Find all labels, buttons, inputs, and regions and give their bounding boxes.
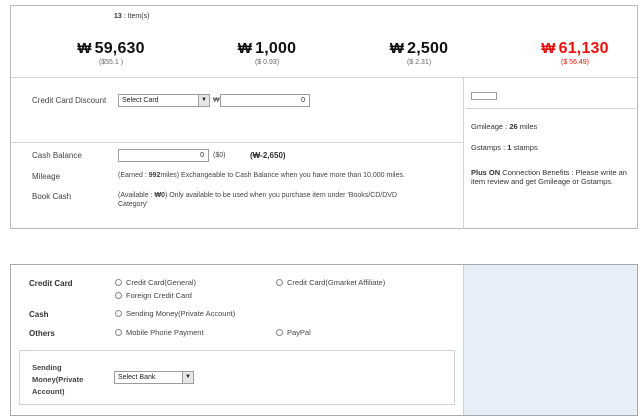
items-count: 13 : Item(s) <box>114 13 149 20</box>
radio-mobile-phone[interactable]: Mobile Phone Payment <box>115 328 204 337</box>
book-cash-category: Category' <box>118 201 148 208</box>
order-summary-panel: 13 : Item(s) ₩59,630 ($55.1 ) ₩1,000 ($ … <box>10 5 638 229</box>
radio-circle-icon[interactable] <box>115 292 122 299</box>
amount-value: 61,130 <box>558 40 609 57</box>
sending-money-label: Sending Money(Private Account) <box>32 363 84 396</box>
others-label: Others <box>29 329 55 338</box>
amount-value: 59,630 <box>94 40 145 57</box>
gstamps-unit: stamps <box>511 143 538 152</box>
amount-value: 1,000 <box>255 40 297 57</box>
payment-method-panel: Credit Card Credit Card(General) Credit … <box>10 264 638 416</box>
mileage-label: Mileage <box>32 172 61 181</box>
select-card-value: Select Card <box>122 97 159 104</box>
amount-usd: ($ 0.93) <box>254 59 280 66</box>
grand-total-amount: ₩61,130 ($ 56.49) <box>515 40 635 66</box>
gmileage-label: Gmileage : <box>471 122 510 131</box>
radio-credit-gmarket[interactable]: Credit Card(Gmarket Affiliate) <box>276 278 385 287</box>
mileage-earned-prefix: (Earned : <box>118 172 149 179</box>
radio-label: Foreign Credit Card <box>126 291 192 300</box>
gmileage-info: Gmileage : 26 miles <box>471 122 537 131</box>
radio-label: PayPal <box>287 328 311 337</box>
gmileage-value: 26 <box>509 122 518 131</box>
radio-label: Mobile Phone Payment <box>126 328 204 337</box>
amount-usd: ($ 2.31) <box>406 59 432 66</box>
select-card-dropdown[interactable]: Select Card ▼ <box>118 94 210 107</box>
radio-label: Sending Money(Private Account) <box>126 309 236 318</box>
mileage-info: (Earned : 992miles) Exchangeable to Cash… <box>118 172 405 179</box>
payment-side-panel <box>463 265 637 415</box>
won-symbol: ₩ <box>237 40 253 57</box>
radio-foreign-credit[interactable]: Foreign Credit Card <box>115 291 192 300</box>
radio-credit-general[interactable]: Credit Card(General) <box>115 278 196 287</box>
radio-label: Credit Card(Gmarket Affiliate) <box>287 278 386 287</box>
summary-column-divider <box>463 77 464 229</box>
discount-amount: ₩2,500 ($ 2.31) <box>359 40 479 66</box>
items-count-label: : Item(s) <box>121 13 150 20</box>
plus-on-benefits: Plus ON Connection Benefits : Please wri… <box>471 168 631 186</box>
radio-circle-icon[interactable] <box>115 279 122 286</box>
radio-circle-icon[interactable] <box>276 279 283 286</box>
summary-divider <box>11 77 637 78</box>
radio-circle-icon[interactable] <box>115 329 122 336</box>
cash-balance-remaining: (₩-2,650) <box>250 151 286 160</box>
gstamps-label: Gstamps : <box>471 143 508 152</box>
won-symbol: ₩ <box>389 40 405 57</box>
book-cash-prefix: (Available : <box>118 192 155 199</box>
select-bank-dropdown[interactable]: Select Bank ▼ <box>114 371 194 384</box>
select-bank-value: Select Bank <box>118 374 156 381</box>
cash-balance-usd: ($0) <box>213 152 226 159</box>
won-symbol: ₩ <box>213 97 220 104</box>
row-divider <box>11 142 463 143</box>
credit-card-discount-label: Credit Card Discount <box>32 96 107 105</box>
won-symbol: ₩ <box>77 40 92 57</box>
amount-usd: ($ 56.49) <box>560 59 590 66</box>
side-input-box[interactable] <box>471 92 497 100</box>
chevron-down-icon[interactable]: ▼ <box>182 372 193 383</box>
radio-sending-money[interactable]: Sending Money(Private Account) <box>115 309 235 318</box>
amount-value: 2,500 <box>407 40 449 57</box>
radio-circle-icon[interactable] <box>276 329 283 336</box>
mileage-earned-suffix: miles) Exchangeable to Cash Balance when… <box>160 172 405 179</box>
radio-paypal[interactable]: PayPal <box>276 328 311 337</box>
mileage-earned-value: 992 <box>148 172 161 179</box>
gstamps-info: Gstamps : 1 stamps <box>471 143 538 152</box>
won-symbol: ₩ <box>541 40 556 57</box>
gmileage-unit: miles <box>517 122 538 131</box>
amount-usd: ($55.1 ) <box>98 59 124 66</box>
cash-balance-label: Cash Balance <box>32 151 82 160</box>
book-cash-suffix: ) Only available to be used when you pur… <box>164 192 398 199</box>
credit-card-label: Credit Card <box>29 279 73 288</box>
items-count-number: 13 <box>114 13 122 20</box>
book-cash-label: Book Cash <box>32 192 72 201</box>
cash-balance-input[interactable]: 0 <box>118 149 209 162</box>
cash-label: Cash <box>29 310 49 319</box>
radio-label: Credit Card(General) <box>126 278 197 287</box>
chevron-down-icon[interactable]: ▼ <box>198 95 209 106</box>
item-total-amount: ₩59,630 ($55.1 ) <box>51 40 171 66</box>
shipping-amount: ₩1,000 ($ 0.93) <box>207 40 327 66</box>
bank-selection-box: Sending Money(Private Account) Select Ba… <box>19 350 455 405</box>
radio-circle-icon[interactable] <box>115 310 122 317</box>
book-cash-info: (Available : ₩0) Only available to be us… <box>118 191 458 209</box>
card-discount-input[interactable]: 0 <box>220 94 310 107</box>
side-divider <box>466 108 636 109</box>
book-cash-value: ₩0 <box>154 192 165 199</box>
plus-on-title: Plus ON <box>471 168 501 177</box>
